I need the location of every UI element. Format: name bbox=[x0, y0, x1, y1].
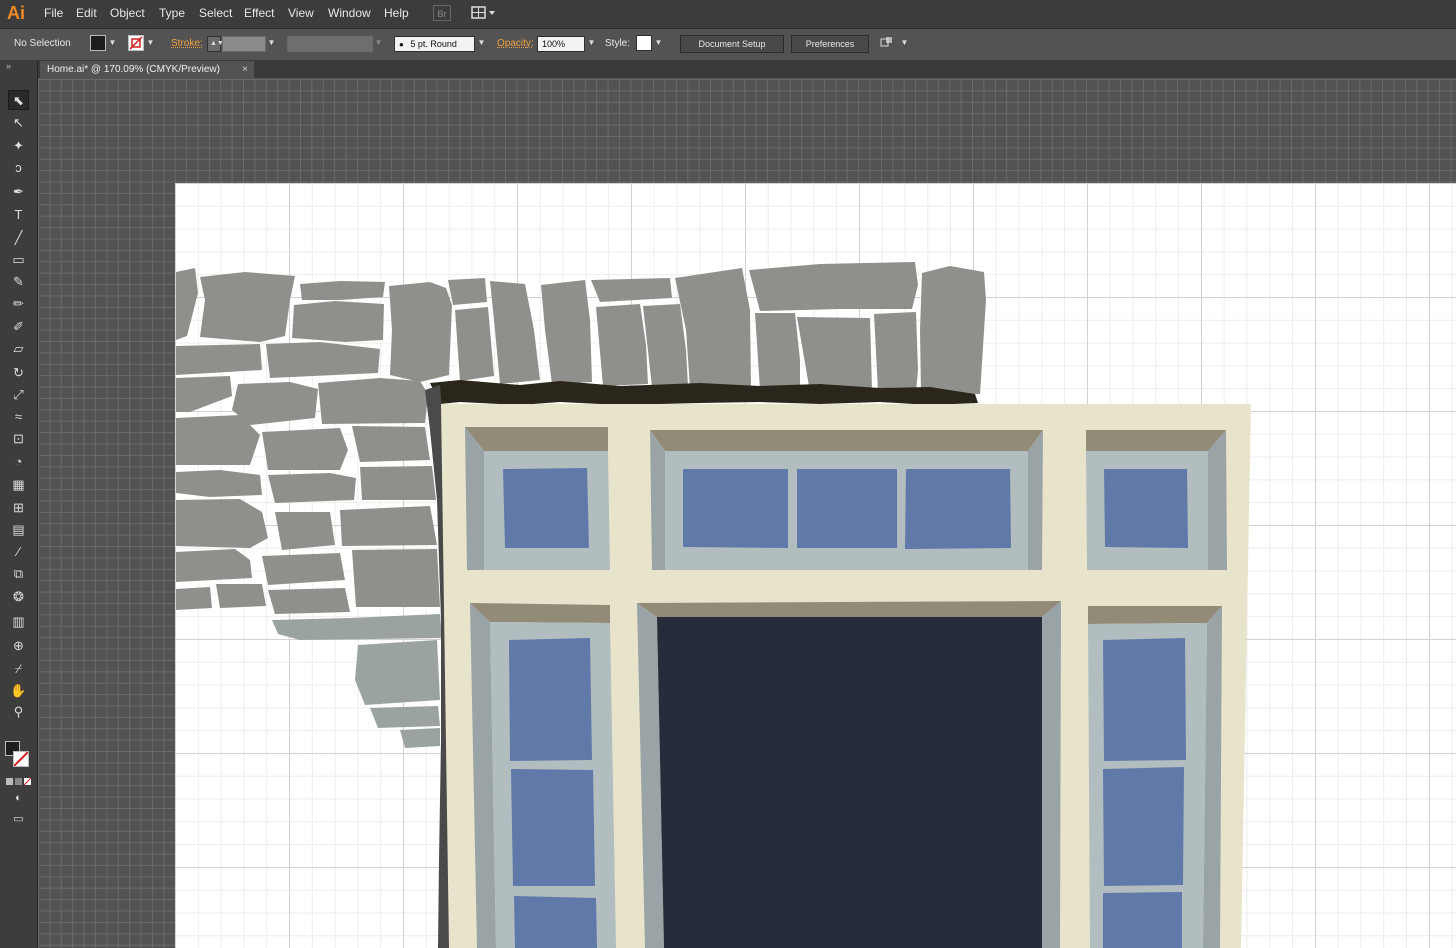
stone[interactable] bbox=[400, 728, 440, 748]
stone[interactable] bbox=[300, 281, 385, 300]
stone[interactable] bbox=[176, 587, 212, 610]
stone[interactable] bbox=[176, 344, 262, 375]
stone[interactable] bbox=[389, 282, 452, 382]
stone[interactable] bbox=[490, 281, 540, 384]
stone[interactable] bbox=[200, 272, 295, 342]
stone[interactable] bbox=[370, 706, 440, 728]
stone[interactable] bbox=[176, 268, 198, 340]
stone[interactable] bbox=[591, 278, 672, 302]
stone[interactable] bbox=[352, 549, 440, 607]
stone[interactable] bbox=[272, 614, 442, 640]
door-frame[interactable] bbox=[441, 404, 1251, 948]
stone[interactable] bbox=[268, 588, 350, 614]
stone[interactable] bbox=[541, 280, 592, 384]
stone[interactable] bbox=[262, 428, 348, 470]
stone[interactable] bbox=[318, 378, 428, 424]
stone[interactable] bbox=[232, 382, 318, 425]
stone[interactable] bbox=[176, 499, 268, 548]
stone[interactable] bbox=[455, 307, 494, 381]
artwork bbox=[176, 262, 1251, 948]
stone[interactable] bbox=[874, 312, 918, 392]
stone[interactable] bbox=[268, 473, 356, 503]
stone[interactable] bbox=[352, 426, 430, 462]
door-panel bbox=[657, 617, 1042, 948]
stone[interactable] bbox=[266, 342, 380, 378]
stone[interactable] bbox=[216, 584, 266, 608]
stone[interactable] bbox=[176, 470, 262, 497]
stone[interactable] bbox=[355, 640, 440, 705]
stone[interactable] bbox=[360, 466, 436, 500]
stone[interactable] bbox=[275, 512, 335, 550]
stone[interactable] bbox=[920, 266, 986, 394]
stone[interactable] bbox=[643, 304, 688, 387]
stone[interactable] bbox=[262, 553, 345, 585]
stone[interactable] bbox=[749, 262, 918, 311]
stone[interactable] bbox=[176, 376, 232, 412]
stone[interactable] bbox=[340, 506, 437, 546]
stone[interactable] bbox=[292, 301, 384, 342]
stone[interactable] bbox=[176, 415, 260, 465]
stone[interactable] bbox=[596, 304, 648, 386]
stone[interactable] bbox=[755, 313, 800, 390]
stone[interactable] bbox=[448, 278, 487, 305]
stone[interactable] bbox=[797, 317, 872, 392]
stone[interactable] bbox=[176, 549, 252, 582]
